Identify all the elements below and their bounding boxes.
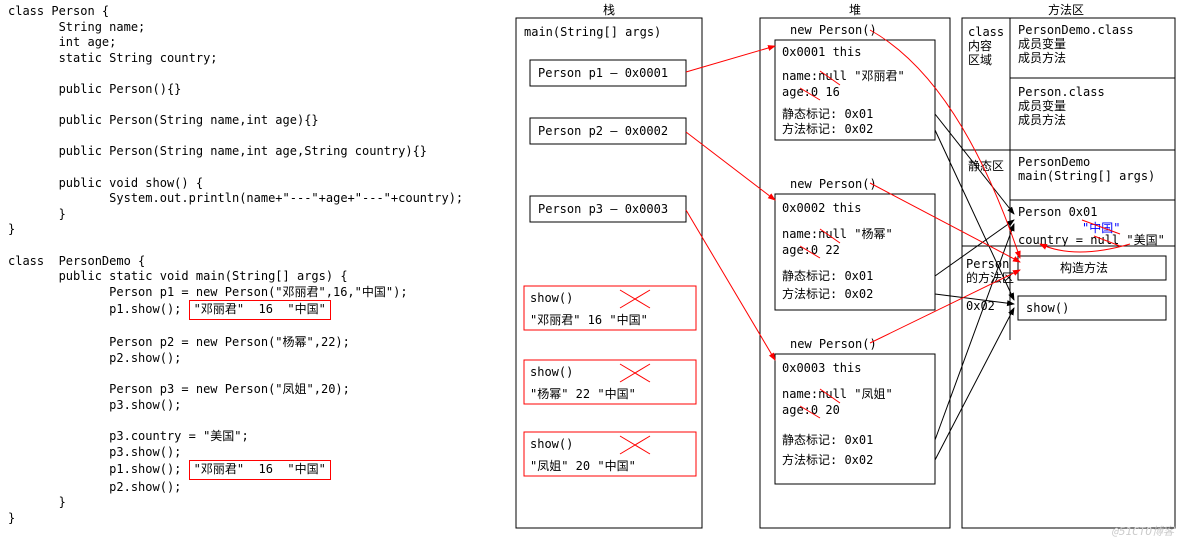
heap-obj1-age: age:0 16: [782, 85, 840, 99]
method-ctor-text: 构造方法: [1060, 260, 1108, 275]
heap-obj2-name: name:null "杨幂": [782, 226, 893, 241]
heap-obj3-name: name:null "凤姐": [782, 387, 893, 401]
stack-p3-text: Person p3 — 0x0003: [538, 202, 668, 216]
stack-show2-out: "杨幂" 22 "中国": [530, 386, 636, 401]
heap-obj2-method: 方法标记: 0x02: [782, 286, 873, 301]
heap-obj2-title: new Person(): [790, 177, 877, 191]
stack-show1-out: "邓丽君" 16 "中国": [530, 312, 648, 327]
heap-obj3-this: 0x0003 this: [782, 361, 861, 375]
watermark: @51CTO博客: [1112, 525, 1174, 539]
heap-obj1-method: 方法标记: 0x02: [782, 121, 873, 136]
method-personStatic2: country = null "美国": [1018, 233, 1165, 247]
method-personStatic1: Person 0x01: [1018, 205, 1097, 219]
stack-show3-call: show(): [530, 437, 573, 451]
heap-obj3-method: 方法标记: 0x02: [782, 452, 873, 467]
heap-obj2-static: 静态标记: 0x01: [782, 269, 873, 283]
stack-p1-text: Person p1 — 0x0001: [538, 66, 668, 80]
heap-obj3-age: age:0 20: [782, 403, 840, 417]
stack-show3-out: "凤姐" 20 "中国": [530, 458, 636, 473]
heap-obj2-age: age:0 22: [782, 243, 840, 257]
heap-obj1-name: name:null "邓丽君": [782, 69, 905, 83]
stack-show2-call: show(): [530, 365, 573, 379]
method-show-text: show(): [1026, 301, 1069, 315]
heap-obj3-title: new Person(): [790, 337, 877, 351]
col-heap-title: 堆: [849, 3, 861, 17]
method-personMethodArea: Person的方法区: [966, 257, 1014, 285]
stack-p2-text: Person p2 — 0x0002: [538, 124, 668, 138]
heap-obj1-title: new Person(): [790, 23, 877, 37]
col-method-title: 方法区: [1048, 2, 1084, 17]
heap-obj2-this: 0x0002 this: [782, 201, 861, 215]
heap-obj3-static: 静态标记: 0x01: [782, 433, 873, 447]
stack-show1-call: show(): [530, 291, 573, 305]
col-stack-title: 栈: [603, 2, 615, 17]
heap-obj1-static: 静态标记: 0x01: [782, 107, 873, 121]
heap-obj1-this: 0x0001 this: [782, 45, 861, 59]
method-staticArea: 静态区: [968, 159, 1004, 173]
stack-main: main(String[] args): [524, 25, 661, 39]
